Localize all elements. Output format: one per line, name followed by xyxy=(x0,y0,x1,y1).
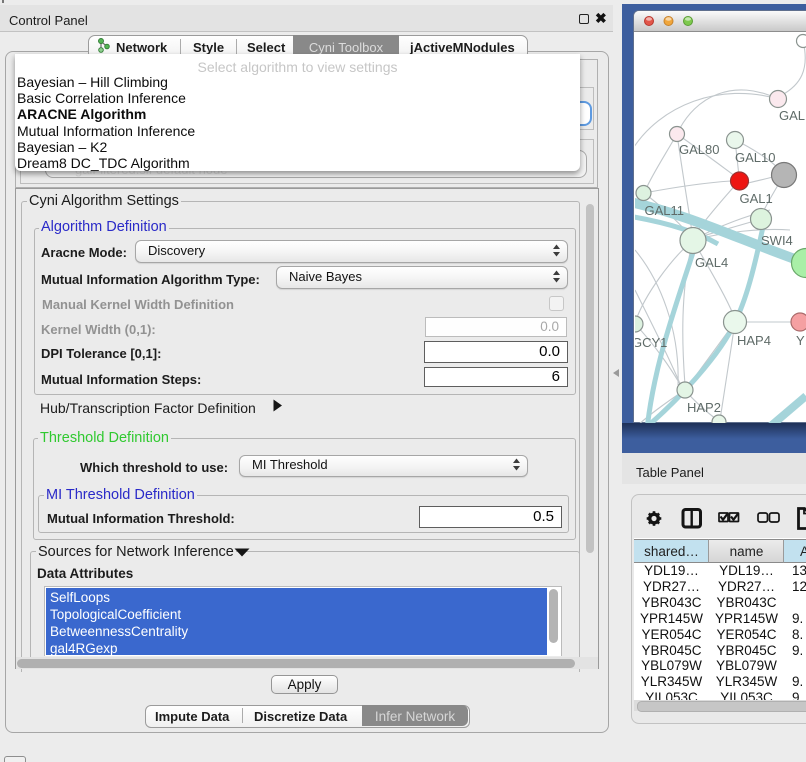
svg-text:GAL80: GAL80 xyxy=(679,142,719,157)
svg-text:Y: Y xyxy=(796,333,805,348)
svg-text:GAL1: GAL1 xyxy=(740,191,773,206)
svg-text:HAP4: HAP4 xyxy=(737,333,771,348)
svg-text:GAL11: GAL11 xyxy=(645,203,685,218)
svg-text:GCY1: GCY1 xyxy=(635,335,667,350)
svg-text:GAL4: GAL4 xyxy=(695,255,728,270)
svg-text:GAL: GAL xyxy=(779,108,805,123)
svg-text:SWI4: SWI4 xyxy=(761,233,793,248)
svg-text:GAL10: GAL10 xyxy=(735,150,775,165)
svg-text:HAP2: HAP2 xyxy=(687,400,721,415)
